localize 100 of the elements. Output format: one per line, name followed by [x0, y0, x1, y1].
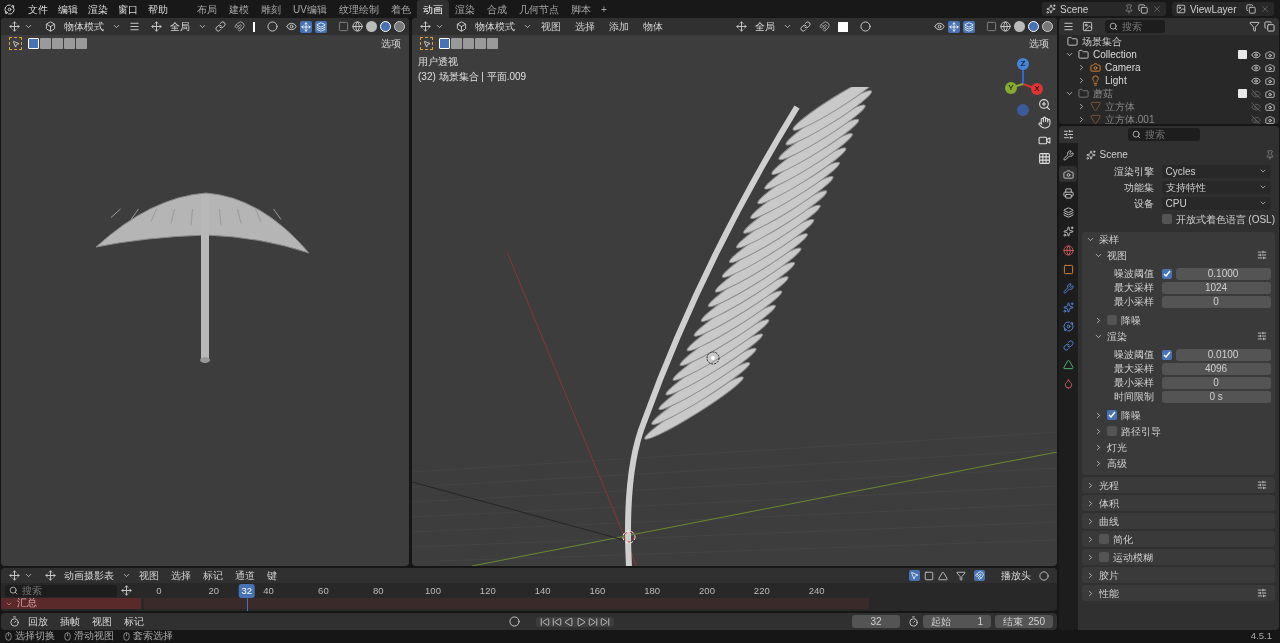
- menu-item[interactable]: 窗口: [113, 1, 143, 17]
- workspace-tab[interactable]: 渲染: [448, 0, 481, 18]
- outliner-item[interactable]: Camera: [1105, 60, 1141, 75]
- options-dropdown[interactable]: 选项: [1025, 36, 1053, 51]
- rendered-shading-button[interactable]: [1042, 21, 1053, 32]
- checkbox[interactable]: [1098, 552, 1109, 562]
- checkbox[interactable]: [1161, 349, 1172, 360]
- auto-keying-icon[interactable]: [509, 616, 520, 627]
- editor-type-icon[interactable]: [420, 21, 431, 32]
- new-collection-icon[interactable]: [1264, 21, 1275, 32]
- hide-unselected-icon[interactable]: [924, 570, 934, 581]
- dropdown-field[interactable]: CPU: [1161, 196, 1271, 210]
- workspace-tab[interactable]: 几何节点: [512, 0, 565, 18]
- checkbox[interactable]: [1106, 426, 1117, 436]
- render-toggle-icon[interactable]: [1265, 88, 1275, 99]
- outliner-item[interactable]: Collection: [1093, 47, 1137, 62]
- editor-mode-dropdown[interactable]: 动画摄影表: [60, 568, 118, 583]
- axis-handle[interactable]: [1017, 104, 1029, 116]
- menu-item[interactable]: 回放: [24, 614, 52, 629]
- render-toggle-icon[interactable]: [1265, 62, 1275, 73]
- rendered-shading-button[interactable]: [394, 21, 405, 32]
- presets-icon[interactable]: [1257, 250, 1267, 260]
- workspace-tab[interactable]: 动画: [416, 0, 449, 18]
- collapsed-panel[interactable]: 性能: [1081, 585, 1275, 601]
- eye-icon[interactable]: [1251, 75, 1261, 86]
- play-reverse-icon[interactable]: [564, 616, 574, 627]
- menu-item[interactable]: 添加: [604, 19, 634, 34]
- options-dropdown[interactable]: 选项: [377, 36, 405, 51]
- proportional-edit-icon[interactable]: [267, 21, 278, 32]
- grid-icon[interactable]: [1038, 152, 1051, 165]
- play-icon[interactable]: [576, 616, 586, 627]
- select-tool-button[interactable]: [420, 37, 433, 50]
- menu-item[interactable]: 标记: [120, 614, 148, 629]
- axis-handle[interactable]: Y: [1005, 82, 1017, 94]
- subpanel-title[interactable]: 降噪: [1120, 312, 1141, 328]
- menu-item[interactable]: 视图: [536, 19, 566, 34]
- render-toggle-icon[interactable]: [1265, 49, 1275, 60]
- panel-title[interactable]: 采样: [1098, 232, 1119, 247]
- menu-item[interactable]: 视图: [88, 614, 116, 629]
- workspace-tab[interactable]: 布局: [191, 0, 223, 18]
- workspace-tab[interactable]: 脚本: [564, 0, 597, 18]
- selection-mode-button[interactable]: [439, 38, 450, 49]
- workspace-tab[interactable]: 着色: [384, 0, 417, 18]
- subpanel-title[interactable]: 路径引导: [1120, 423, 1161, 439]
- properties-tab[interactable]: [1059, 166, 1078, 182]
- swap-icon[interactable]: [121, 585, 132, 596]
- checkbox[interactable]: [1161, 268, 1172, 279]
- transform-orientation-icon[interactable]: [150, 21, 162, 32]
- errors-icon[interactable]: [938, 570, 948, 581]
- search-field[interactable]: 搜索: [5, 584, 117, 597]
- material-shading-button[interactable]: [380, 21, 391, 32]
- dropdown-field[interactable]: Cycles: [1161, 164, 1271, 178]
- menu-item[interactable]: 选择: [167, 568, 195, 583]
- eye-icon[interactable]: [1251, 49, 1261, 60]
- workspace-tab[interactable]: 建模: [223, 0, 255, 18]
- editor-type-icon[interactable]: [9, 570, 20, 581]
- snap-target-button[interactable]: [838, 21, 848, 32]
- menu-item[interactable]: 物体: [638, 19, 668, 34]
- gizmo-toggle-button[interactable]: [948, 20, 960, 33]
- display-mode-icon[interactable]: [1063, 21, 1074, 32]
- render-toggle-icon[interactable]: [1265, 114, 1275, 124]
- snap-toggle-button[interactable]: [974, 570, 985, 581]
- material-shading-button[interactable]: [1028, 21, 1039, 32]
- number-field[interactable]: 0.0100: [1175, 348, 1271, 361]
- number-field[interactable]: 0: [1161, 295, 1271, 308]
- eye-icon[interactable]: [1251, 62, 1261, 73]
- workspace-tab[interactable]: 雕刻: [255, 0, 287, 18]
- dropdown-field[interactable]: 支持特性: [1161, 180, 1271, 194]
- number-field[interactable]: 1024: [1161, 281, 1271, 294]
- outliner-item[interactable]: 蘑菇: [1093, 86, 1113, 101]
- add-workspace-button[interactable]: +: [596, 1, 611, 17]
- presets-icon[interactable]: [1257, 331, 1267, 341]
- select-tool-button[interactable]: [9, 37, 22, 50]
- filter-icon[interactable]: [956, 570, 966, 581]
- number-field[interactable]: 0.1000: [1175, 267, 1271, 280]
- editor-type-icon[interactable]: [9, 616, 20, 627]
- outliner-item[interactable]: 立方体.001: [1105, 112, 1155, 124]
- menu-item[interactable]: 文件: [23, 1, 53, 17]
- number-field[interactable]: 0: [1161, 376, 1271, 389]
- zoom-icon[interactable]: [1038, 98, 1051, 111]
- visibility-icon[interactable]: [934, 21, 945, 32]
- collapsed-panel[interactable]: 光程: [1081, 477, 1275, 493]
- camera-view-icon[interactable]: [1038, 134, 1051, 147]
- axis-handle[interactable]: Z: [1017, 58, 1029, 70]
- current-frame-badge[interactable]: 32: [238, 584, 255, 599]
- workspace-tab[interactable]: UV编辑: [287, 0, 333, 18]
- end-frame-field[interactable]: 结束 250: [995, 615, 1053, 628]
- number-field[interactable]: 4096: [1161, 362, 1271, 375]
- menu-item[interactable]: 帮助: [143, 1, 173, 17]
- editor-type-icon[interactable]: [1063, 129, 1074, 140]
- search-field[interactable]: 搜索: [1128, 128, 1200, 141]
- collapsed-panel[interactable]: 运动模糊: [1081, 549, 1275, 565]
- menu-item[interactable]: 选择: [570, 19, 600, 34]
- orientation-dropdown[interactable]: 全局: [165, 19, 194, 34]
- filter-icon[interactable]: [1249, 21, 1260, 32]
- checkbox[interactable]: [1106, 410, 1117, 420]
- view-layer-selector[interactable]: ViewLayer: [1172, 2, 1274, 16]
- transform-orientation-icon[interactable]: [736, 21, 747, 32]
- stopwatch-icon[interactable]: [908, 616, 919, 627]
- mode-dropdown[interactable]: 物体模式: [471, 19, 519, 34]
